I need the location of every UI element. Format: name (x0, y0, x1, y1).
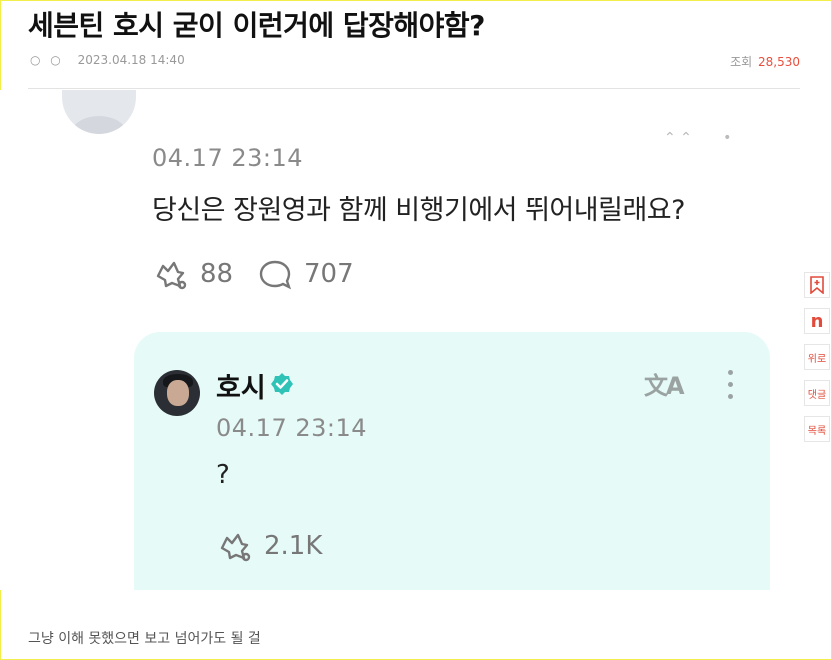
post-text: 당신은 장원영과 함께 비행기에서 뛰어내릴래요? (152, 195, 685, 226)
comments-button[interactable]: 댓글 (804, 380, 830, 406)
reply-repost-stat: 2.1K (216, 530, 322, 562)
reply-author: 호시 (216, 373, 266, 404)
naver-share-button[interactable]: n (804, 308, 830, 334)
translate-icon[interactable]: 文A (644, 366, 685, 401)
floating-sidebar: n 위로 댓글 목록 (804, 272, 830, 452)
repost-count: 88 (200, 259, 234, 289)
reply-count: 707 (304, 259, 354, 289)
article-meta: ○ ○ 2023.04.18 14:40 (30, 53, 185, 67)
list-button[interactable]: 목록 (804, 416, 830, 442)
embedded-screenshot: ⌃ ⌃ • 04.17 23:14 당신은 장원영과 함께 비행기에서 뛰어내릴… (0, 90, 800, 590)
view-count: 조회 28,530 (730, 53, 800, 70)
article-title: 세븐틴 호시 굳이 이런거에 답장해야함? (28, 9, 485, 42)
verified-icon (271, 373, 293, 395)
reply-avatar (154, 370, 200, 416)
views-label: 조회 (730, 55, 753, 69)
repost-stat: 88 (152, 258, 233, 290)
bookmark-button[interactable] (804, 272, 830, 298)
bookmark-icon (810, 276, 824, 294)
reply-repost-count: 2.1K (264, 531, 323, 561)
article-comment: 그냥 이해 못했으면 보고 넘어가도 될 걸 (28, 631, 261, 647)
reply-card: 호시 文A 04.17 23:14 ? 2.1K (134, 332, 770, 590)
reply-time: 04.17 23:14 (216, 414, 367, 442)
repost-icon (156, 261, 187, 290)
reply-text: ? (216, 460, 230, 490)
meta-dots: ○ ○ (30, 53, 64, 67)
article-date: 2023.04.18 14:40 (77, 53, 185, 67)
reply-stat: 707 (258, 258, 354, 290)
title-divider (28, 88, 800, 89)
scroll-top-button[interactable]: 위로 (804, 344, 830, 370)
repost-icon (220, 533, 251, 562)
more-icon: ⌃ ⌃ • (664, 130, 732, 146)
avatar (62, 90, 136, 134)
post-time: 04.17 23:14 (152, 144, 303, 172)
reply-bubble-icon (259, 260, 292, 290)
views-number: 28,530 (758, 55, 800, 69)
kebab-menu-icon[interactable] (728, 370, 734, 406)
